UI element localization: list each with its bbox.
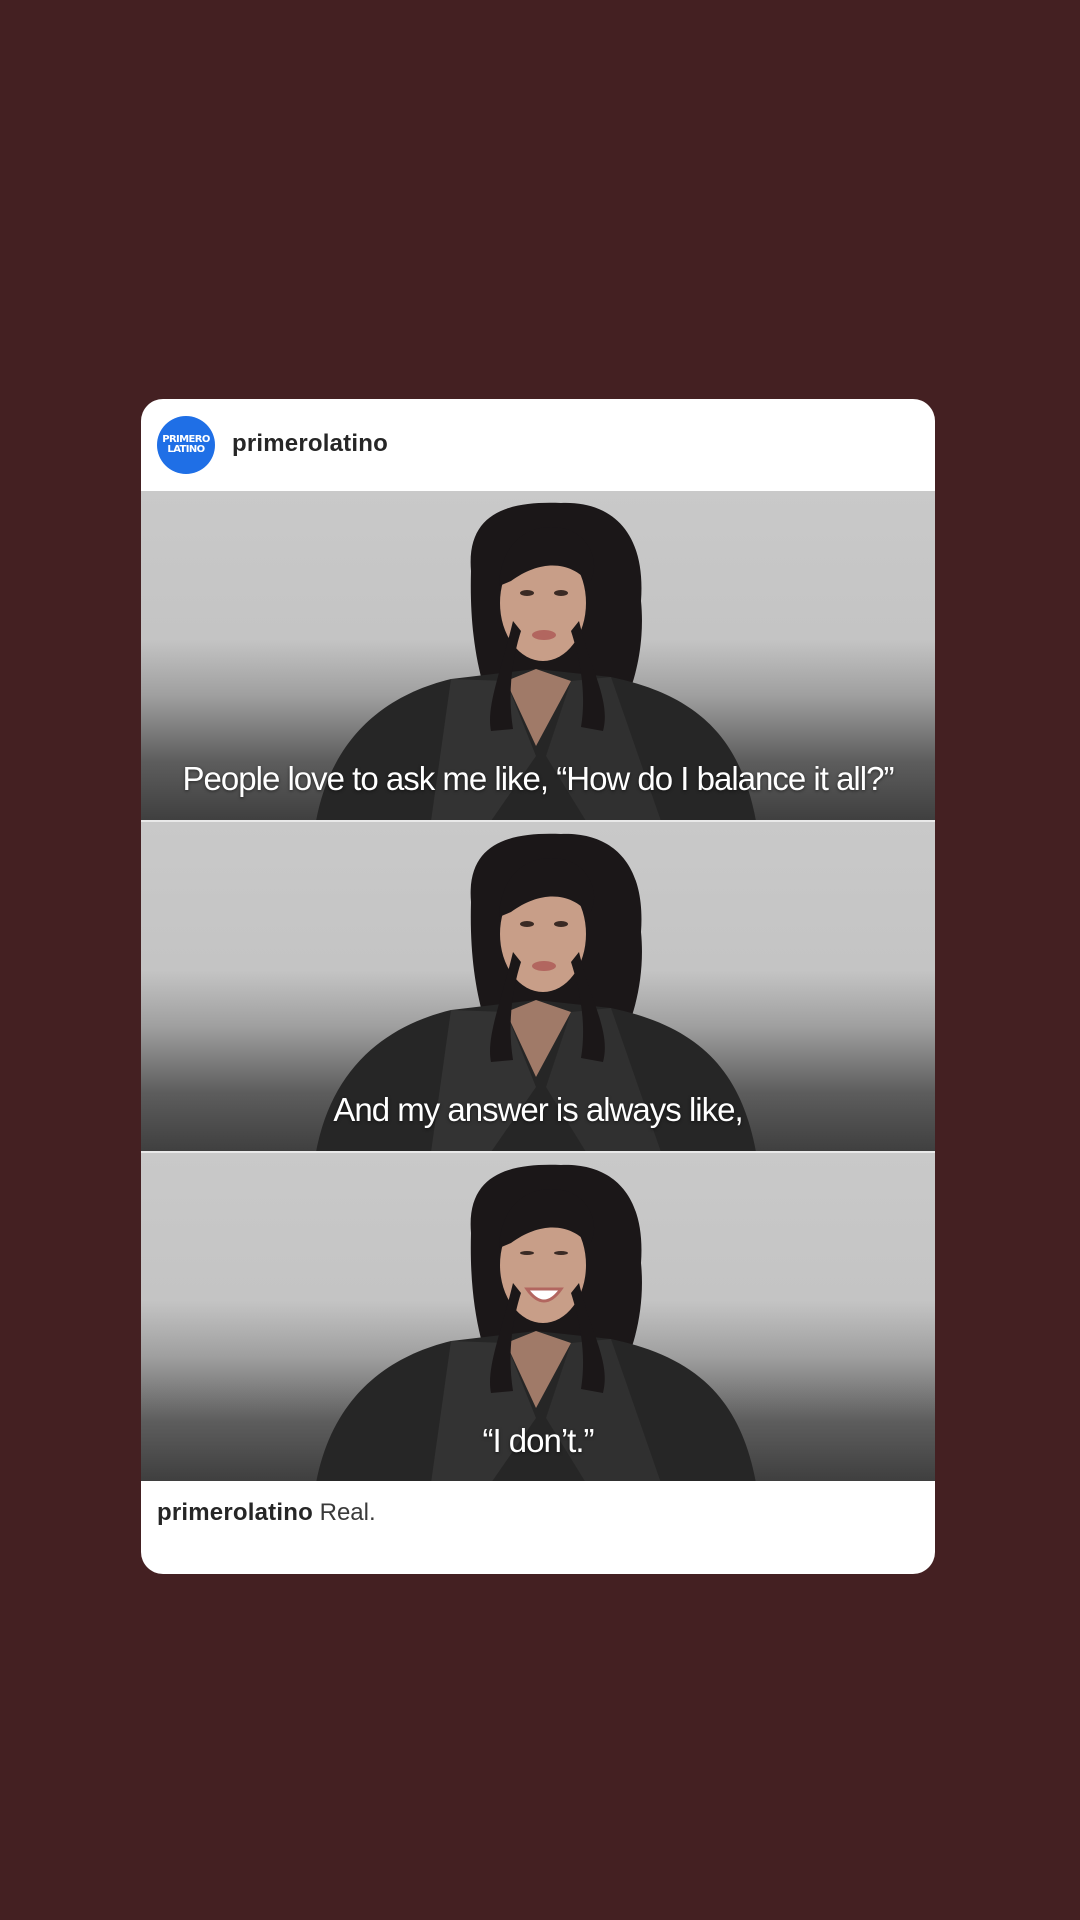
- post-card: PRIMERO LATINO primerolatino People love…: [141, 399, 935, 1574]
- avatar-logo-line-2: LATINO: [167, 444, 205, 455]
- post-header: PRIMERO LATINO primerolatino: [141, 399, 935, 491]
- post-footer: primerolatino Real.: [141, 1481, 935, 1574]
- post-username[interactable]: primerolatino: [232, 429, 388, 459]
- video-frame-2: And my answer is always like,: [141, 822, 935, 1152]
- video-caption-2: And my answer is always like,: [333, 1091, 743, 1128]
- avatar[interactable]: PRIMERO LATINO: [157, 416, 215, 474]
- video-frame-3: “I don’t.”: [141, 1153, 935, 1481]
- video-caption-3: “I don’t.”: [482, 1422, 594, 1459]
- post-caption: primerolatino Real.: [157, 1497, 376, 1529]
- video-frame-1: People love to ask me like, “How do I ba…: [141, 491, 935, 821]
- post-media[interactable]: People love to ask me like, “How do I ba…: [141, 491, 935, 1481]
- video-caption-1: People love to ask me like, “How do I ba…: [182, 760, 895, 797]
- caption-username[interactable]: primerolatino: [157, 1499, 313, 1526]
- caption-text: Real.: [319, 1499, 376, 1526]
